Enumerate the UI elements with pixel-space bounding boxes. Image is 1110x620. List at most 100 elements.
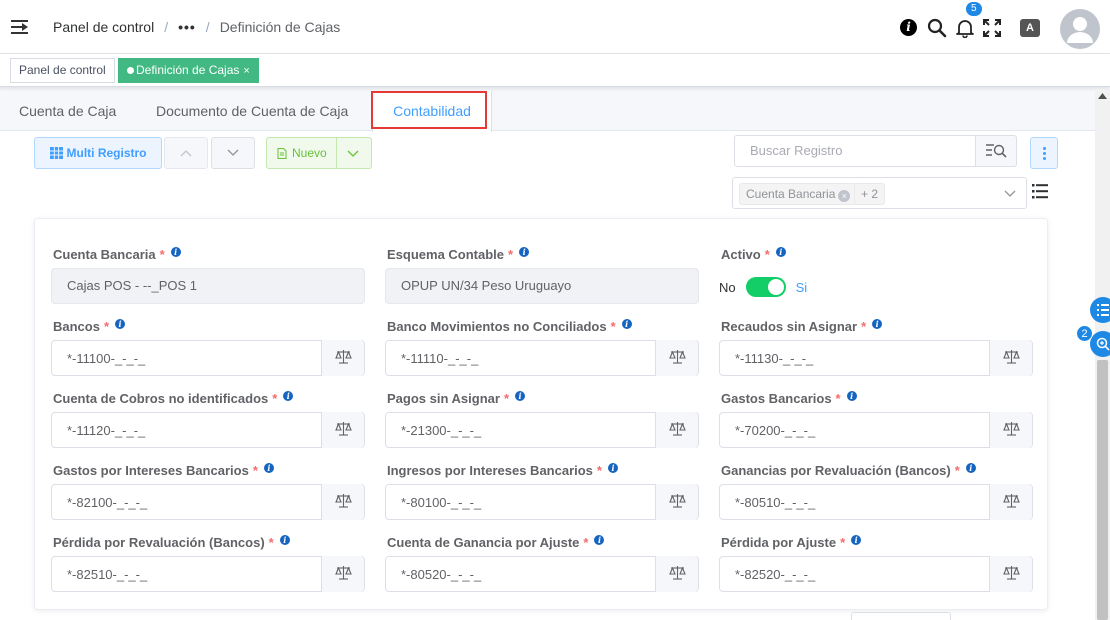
tab-documento-cuenta-de-caja[interactable]: Documento de Cuenta de Caja	[156, 91, 348, 131]
field-label-pagos-sin-asignar: Pagos sin Asignar * i	[387, 391, 525, 406]
search-icon[interactable]	[927, 18, 947, 38]
search-button[interactable]	[975, 135, 1017, 167]
close-tag-icon[interactable]: ×	[243, 65, 249, 77]
account-lookup-button[interactable]	[655, 556, 698, 592]
balance-scale-icon	[669, 422, 686, 436]
field-label-esquema-contable: Esquema Contable * i	[387, 247, 530, 262]
field-label-perdida-revaluacion: Pérdida por Revaluación (Bancos) * i	[53, 535, 290, 550]
table-icon	[49, 147, 63, 159]
info-icon: i	[170, 247, 181, 257]
zoom-panel-button[interactable]	[1090, 331, 1110, 357]
gastos-bancarios-field[interactable]: *-70200-_-_-_	[719, 412, 1033, 448]
breadcrumb-home[interactable]: Panel de control	[53, 19, 154, 35]
bancos-field[interactable]: *-11100-_-_-_	[51, 340, 365, 376]
field-label-activo: Activo * i	[721, 247, 786, 262]
breadcrumb-separator: /	[205, 19, 210, 35]
account-lookup-button[interactable]	[655, 484, 698, 520]
account-lookup-button[interactable]	[989, 484, 1032, 520]
tag-panel-de-control[interactable]: Panel de control	[10, 58, 115, 83]
account-lookup-button[interactable]	[321, 340, 364, 376]
account-lookup-button[interactable]	[321, 556, 364, 592]
user-avatar-icon	[1067, 17, 1093, 43]
field-label-ingresos-intereses: Ingresos por Intereses Bancarios * i	[387, 463, 618, 478]
next-record-button[interactable]	[211, 137, 255, 169]
info-icon: i	[115, 319, 126, 329]
avatar[interactable]	[1060, 9, 1100, 49]
balance-scale-icon	[1003, 566, 1020, 580]
balance-scale-icon	[669, 350, 686, 364]
account-lookup-button[interactable]	[989, 340, 1032, 376]
tab-cuenta-de-caja[interactable]: Cuenta de Caja	[19, 91, 116, 131]
toggle-off-label: No	[719, 279, 736, 295]
balance-scale-icon	[1003, 494, 1020, 508]
info-icon: i	[607, 463, 618, 473]
language-icon[interactable]: A	[1020, 19, 1040, 37]
more-options-button[interactable]	[1030, 137, 1058, 169]
field-label-ganancia-ajuste: Cuenta de Ganancia por Ajuste * i	[387, 535, 605, 550]
info-icon[interactable]: i	[900, 19, 917, 36]
scroll-up-arrow-icon[interactable]	[1098, 93, 1107, 99]
split-divider	[336, 138, 337, 168]
cuenta-cobros-field[interactable]: *-11120-_-_-_	[51, 412, 365, 448]
chevron-down-icon[interactable]	[347, 150, 359, 158]
perdida-ajuste-field[interactable]: *-82520-_-_-_	[719, 556, 1033, 592]
search-input[interactable]: Buscar Registro	[734, 135, 976, 167]
activo-switch[interactable]	[745, 277, 786, 297]
field-label-banco-movimientos: Banco Movimientos no Conciliados * i	[387, 319, 632, 334]
tab-contabilidad[interactable]: Contabilidad	[372, 91, 492, 132]
column-filter-select[interactable]: Cuenta Bancaria × + 2	[732, 177, 1027, 209]
info-icon: i	[263, 463, 274, 473]
zoom-in-icon	[1096, 337, 1110, 351]
info-icon: i	[283, 391, 294, 401]
tag-definicion-de-cajas[interactable]: Definición de Cajas ×	[118, 58, 259, 83]
account-lookup-button[interactable]	[989, 556, 1032, 592]
active-dot-icon	[127, 67, 134, 74]
info-icon: i	[775, 247, 786, 257]
tags-view-bar: Panel de control Definición de Cajas ×	[0, 54, 1110, 87]
breadcrumb: Panel de control / ••• / Definición de C…	[53, 19, 340, 35]
chip-close-icon[interactable]: ×	[838, 190, 851, 202]
filter-more-chip: + 2	[854, 183, 886, 205]
cuenta-bancaria-field: Cajas POS - --_POS 1	[51, 268, 365, 304]
breadcrumb-current: Definición de Cajas	[219, 19, 341, 35]
info-icon: i	[621, 319, 632, 329]
fullscreen-icon[interactable]	[982, 18, 1002, 38]
info-icon: i	[851, 535, 862, 545]
chevron-down-icon	[227, 149, 239, 156]
account-lookup-button[interactable]	[655, 340, 698, 376]
scrollbar-thumb[interactable]	[1097, 360, 1108, 620]
balance-scale-icon	[335, 350, 352, 364]
top-header: Panel de control / ••• / Definición de C…	[0, 0, 1110, 54]
pagination-size-select[interactable]	[851, 612, 951, 620]
banco-movimientos-field[interactable]: *-11110-_-_-_	[385, 340, 699, 376]
filter-chip[interactable]: Cuenta Bancaria ×	[739, 183, 858, 205]
toggle-on-label: Si	[795, 279, 808, 295]
ingresos-intereses-field[interactable]: *-80100-_-_-_	[385, 484, 699, 520]
main-content: Cuenta de Caja Documento de Cuenta de Ca…	[0, 91, 1095, 620]
field-label-recaudos: Recaudos sin Asignar * i	[721, 319, 883, 334]
recaudos-field[interactable]: *-11130-_-_-_	[719, 340, 1033, 376]
bell-icon[interactable]	[955, 18, 975, 38]
breadcrumb-ellipsis[interactable]: •••	[178, 19, 196, 35]
multi-registro-button[interactable]: Multi Registro	[34, 137, 162, 169]
menu-toggle-icon[interactable]	[11, 20, 28, 35]
list-view-icon[interactable]	[1032, 183, 1048, 199]
account-lookup-button[interactable]	[655, 412, 698, 448]
account-lookup-button[interactable]	[321, 412, 364, 448]
balance-scale-icon	[669, 494, 686, 508]
account-lookup-button[interactable]	[321, 484, 364, 520]
field-label-cuenta-bancaria: Cuenta Bancaria * i	[53, 247, 181, 262]
fields-panel-button[interactable]	[1090, 297, 1110, 323]
account-lookup-button[interactable]	[989, 412, 1032, 448]
nuevo-button[interactable]: Nuevo	[266, 137, 372, 169]
balance-scale-icon	[1003, 422, 1020, 436]
balance-scale-icon	[335, 566, 352, 580]
ganancias-revaluacion-field[interactable]: *-80510-_-_-_	[719, 484, 1033, 520]
pagos-sin-asignar-field[interactable]: *-21300-_-_-_	[385, 412, 699, 448]
gastos-intereses-field[interactable]: *-82100-_-_-_	[51, 484, 365, 520]
field-label-gastos-bancarios: Gastos Bancarios * i	[721, 391, 857, 406]
previous-record-button[interactable]	[164, 137, 208, 169]
perdida-revaluacion-field[interactable]: *-82510-_-_-_	[51, 556, 365, 592]
activo-toggle-row: No Si	[719, 277, 807, 297]
ganancia-ajuste-field[interactable]: *-80520-_-_-_	[385, 556, 699, 592]
